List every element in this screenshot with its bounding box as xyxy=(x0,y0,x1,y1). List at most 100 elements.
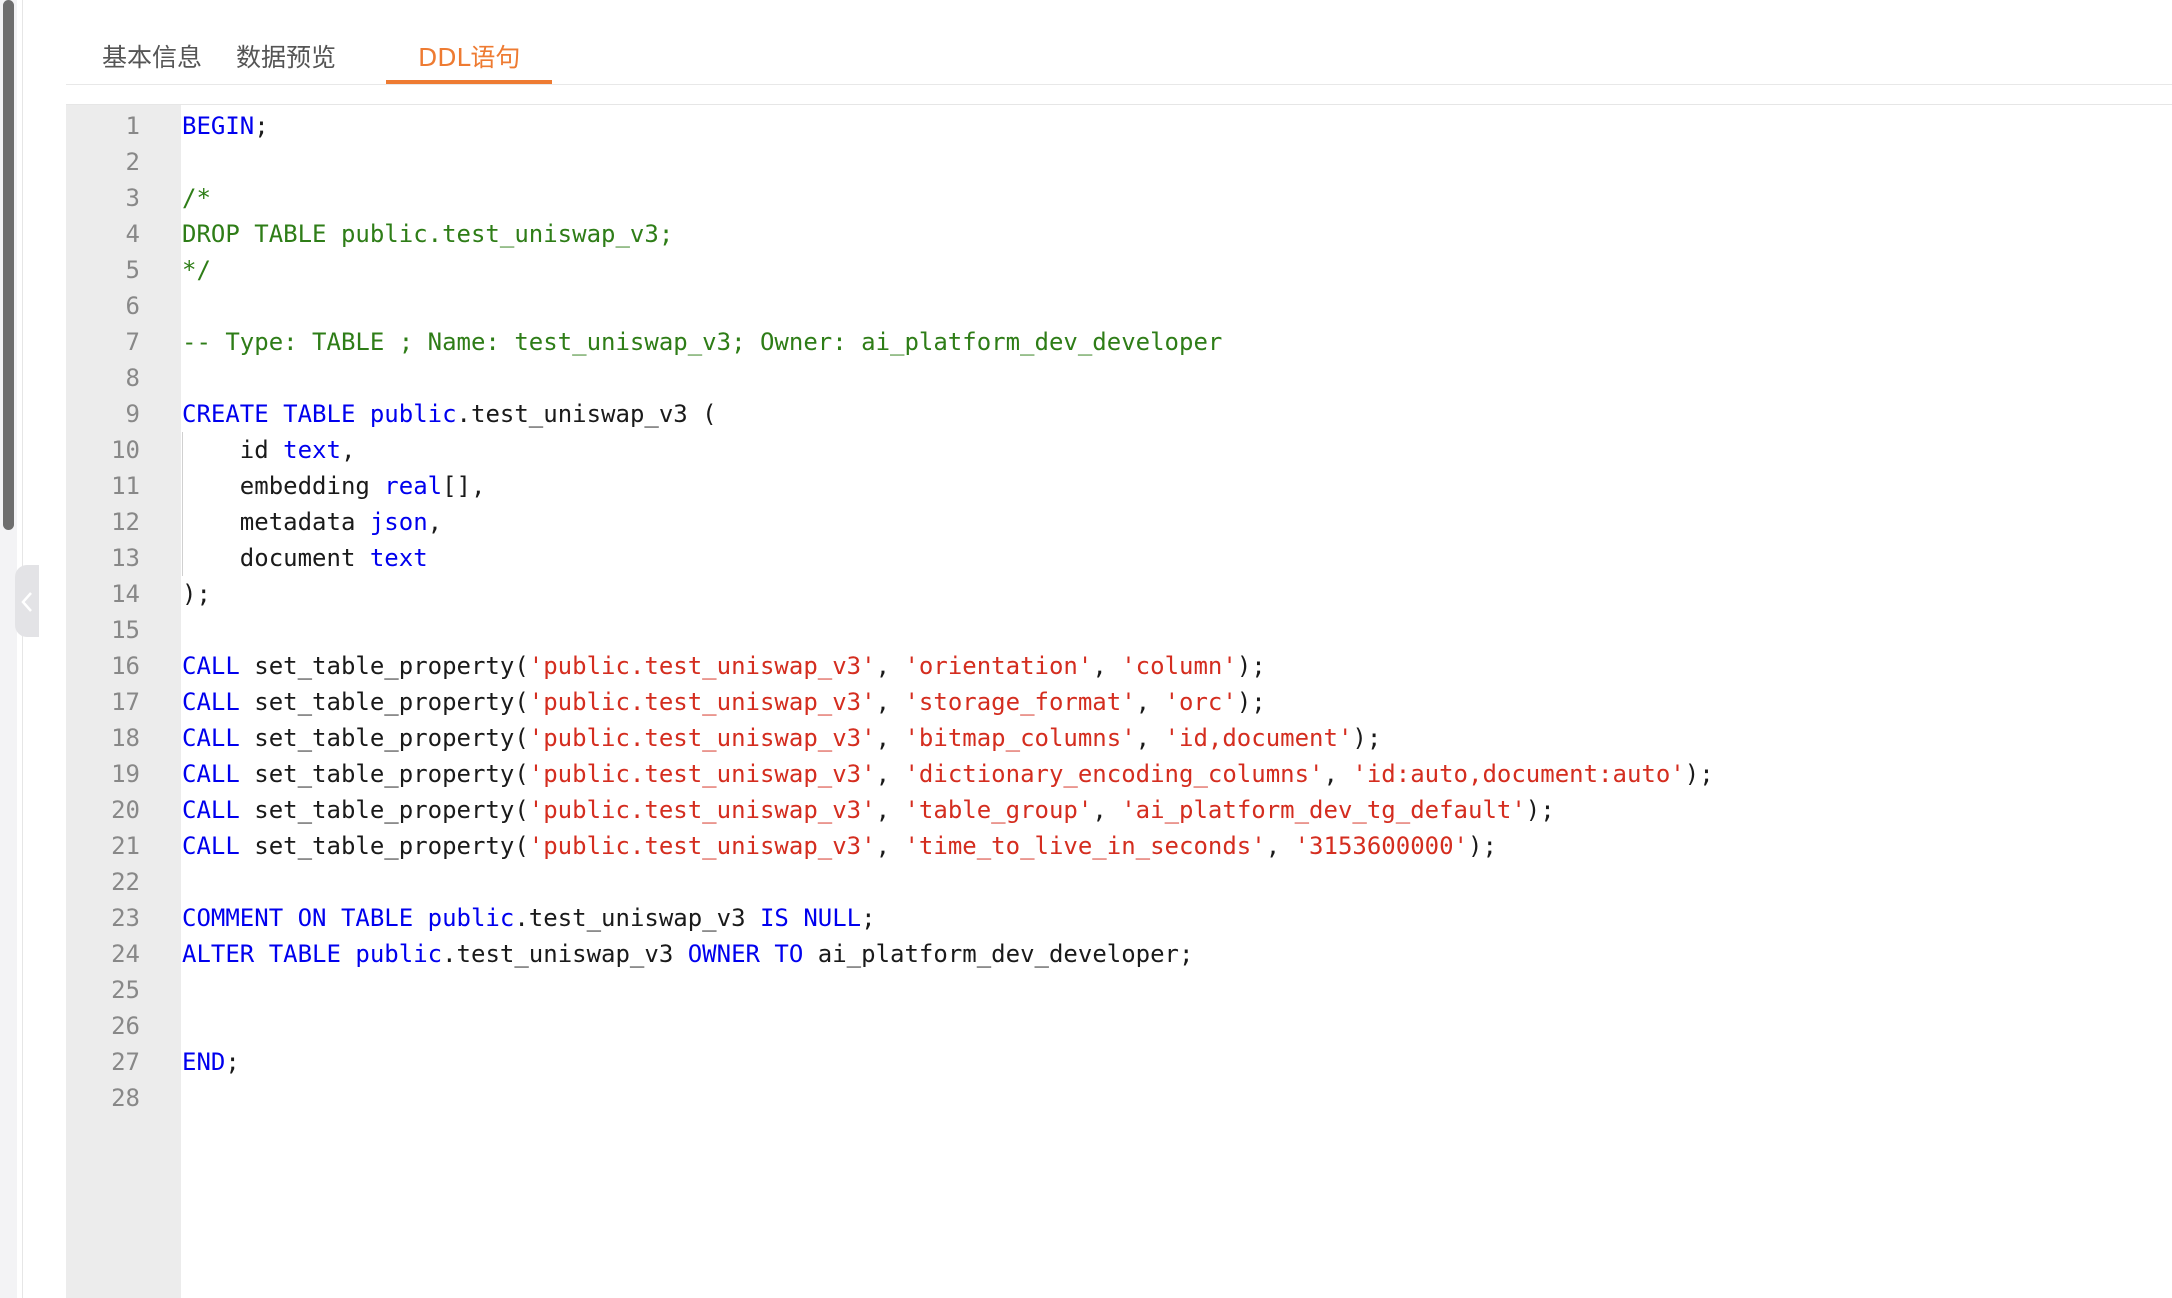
line-number: 18 xyxy=(111,724,140,752)
line-number: 15 xyxy=(111,616,140,644)
code-token: ); xyxy=(1468,832,1497,860)
tab-ddl[interactable]: DDL语句 xyxy=(386,30,553,84)
code-line: 9 CREATE TABLE public.test_uniswap_v3 ( xyxy=(66,396,2172,432)
code-line: 20 CALL set_table_property('public.test_u… xyxy=(66,792,2172,828)
line-number: 12 xyxy=(111,508,140,536)
code-token: .test_uniswap_v3 ( xyxy=(456,400,717,428)
line-number: 20 xyxy=(111,796,140,824)
code-string: 'public.test_uniswap_v3' xyxy=(528,652,876,680)
code-line: 26 xyxy=(66,1008,2172,1044)
code-token: set_table_property( xyxy=(239,724,529,752)
code-line: 24 ALTER TABLE public.test_uniswap_v3 OWN… xyxy=(66,936,2172,972)
code-token: id xyxy=(182,436,284,464)
code-string: 'bitmap_columns' xyxy=(904,724,1136,752)
code-keyword: json xyxy=(369,508,428,536)
code-text: document text xyxy=(182,540,428,576)
code-line: 28 xyxy=(66,1080,2172,1116)
code-token: , xyxy=(340,436,356,464)
code-string: 'public.test_uniswap_v3' xyxy=(528,688,876,716)
code-text: metadata json, xyxy=(182,504,442,540)
code-keyword: IS NULL xyxy=(759,904,862,932)
code-string: '3153600000' xyxy=(1294,832,1468,860)
line-number: 5 xyxy=(125,256,140,284)
code-keyword: BEGIN xyxy=(182,112,255,140)
code-line: 17 CALL set_table_property('public.test_u… xyxy=(66,684,2172,720)
code-keyword: text xyxy=(369,544,428,572)
code-keyword: CALL xyxy=(182,832,240,860)
code-comment: */ xyxy=(182,256,211,284)
code-text: CALL set_table_property('public.test_uni… xyxy=(182,684,1266,720)
code-text: ALTER TABLE public.test_uniswap_v3 OWNER… xyxy=(182,936,1193,972)
code-string: 'public.test_uniswap_v3' xyxy=(528,796,876,824)
code-token: .test_uniswap_v3 xyxy=(442,940,688,968)
code-token: , xyxy=(875,688,905,716)
code-token: metadata xyxy=(182,508,370,536)
code-line: 19 CALL set_table_property('public.test_u… xyxy=(66,756,2172,792)
chevron-left-icon xyxy=(21,592,32,612)
code-string: 'ai_platform_dev_tg_default' xyxy=(1121,796,1526,824)
code-keyword: OWNER TO xyxy=(687,940,804,968)
code-text: CALL set_table_property('public.test_uni… xyxy=(182,792,1555,828)
line-number: 26 xyxy=(111,1012,140,1040)
code-line: 6 xyxy=(66,288,2172,324)
code-token: , xyxy=(875,652,905,680)
code-token: , xyxy=(875,724,905,752)
code-line: 16 CALL set_table_property('public.test_u… xyxy=(66,648,2172,684)
line-number: 16 xyxy=(111,652,140,680)
code-token: set_table_property( xyxy=(239,796,529,824)
code-line: 5 */ xyxy=(66,252,2172,288)
code-keyword: text xyxy=(283,436,341,464)
line-number: 9 xyxy=(125,400,140,428)
code-keyword: CALL xyxy=(182,724,240,752)
code-token: ); xyxy=(1352,724,1382,752)
code-string: 'public.test_uniswap_v3' xyxy=(528,760,876,788)
line-number: 11 xyxy=(111,472,140,500)
code-string: 'time_to_live_in_seconds' xyxy=(904,832,1266,860)
code-string: 'orc' xyxy=(1164,688,1237,716)
code-token: , xyxy=(427,508,443,536)
line-number: 13 xyxy=(111,544,140,572)
code-token: , xyxy=(875,760,905,788)
code-lines[interactable]: 1 BEGIN; 2 3/* 4 DROP TABLE public.test_unisw… xyxy=(66,108,2172,1116)
code-token: embedding xyxy=(182,472,385,500)
editor-border xyxy=(66,104,2172,105)
scrollbar-thumb[interactable] xyxy=(3,0,14,530)
code-string: 'id:auto,document:auto' xyxy=(1352,760,1685,788)
code-text: */ xyxy=(182,252,211,288)
code-text: embedding real[], xyxy=(182,468,486,504)
code-token: , xyxy=(875,832,905,860)
code-text: END; xyxy=(182,1044,240,1080)
left-scrollbar-track[interactable] xyxy=(0,0,17,1298)
code-keyword: CALL xyxy=(182,760,240,788)
code-line: 1 BEGIN; xyxy=(66,108,2172,144)
code-string: 'table_group' xyxy=(904,796,1093,824)
code-text: CREATE TABLE public.test_uniswap_v3 ( xyxy=(182,396,717,432)
line-number: 1 xyxy=(125,112,140,140)
collapse-sidebar-button[interactable] xyxy=(15,565,39,637)
code-text: -- Type: TABLE ; Name: test_uniswap_v3; … xyxy=(182,324,1222,360)
code-string: 'dictionary_encoding_columns' xyxy=(904,760,1324,788)
code-token: ); xyxy=(182,580,211,608)
line-number: 3 xyxy=(125,184,140,212)
code-string: 'public.test_uniswap_v3' xyxy=(528,724,876,752)
code-keyword: COMMENT ON TABLE public xyxy=(182,904,515,932)
code-token: ); xyxy=(1684,760,1714,788)
code-token: ; xyxy=(254,112,269,140)
code-line: 27 END; xyxy=(66,1044,2172,1080)
line-number: 7 xyxy=(125,328,140,356)
code-line: 13 document text xyxy=(66,540,2172,576)
code-token: , xyxy=(1092,796,1122,824)
code-token: set_table_property( xyxy=(239,652,529,680)
code-line: 11 embedding real[], xyxy=(66,468,2172,504)
code-text: id text, xyxy=(182,432,356,468)
tab-data-preview[interactable]: 数据预览 xyxy=(204,30,368,84)
code-keyword: CALL xyxy=(182,796,240,824)
tab-bar: 基本信息 数据预览 DDL语句 xyxy=(66,0,2172,85)
code-string: 'column' xyxy=(1121,652,1237,680)
code-line: 18 CALL set_table_property('public.test_u… xyxy=(66,720,2172,756)
code-token: set_table_property( xyxy=(239,688,529,716)
code-token: , xyxy=(1092,652,1122,680)
code-token: , xyxy=(875,796,905,824)
divider xyxy=(22,0,23,1298)
code-token: set_table_property( xyxy=(239,832,529,860)
